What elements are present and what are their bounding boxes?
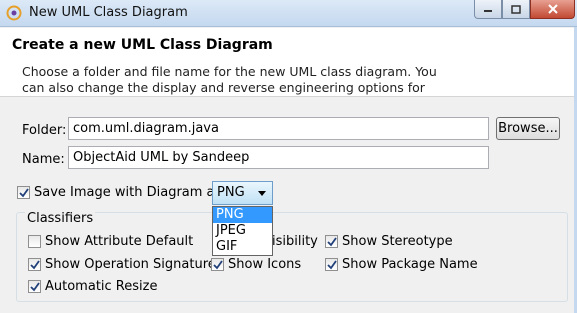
chevron-down-icon — [258, 191, 266, 196]
folder-label: Folder: — [22, 123, 67, 138]
image-format-select[interactable]: PNG — [212, 181, 273, 205]
show-operation-signature-checkbox[interactable]: Show Operation Signature — [28, 257, 216, 272]
show-stereotype-label: Show Stereotype — [342, 234, 453, 249]
automatic-resize-checkbox[interactable]: Automatic Resize — [28, 279, 157, 294]
show-package-name-label: Show Package Name — [342, 257, 478, 272]
show-operation-signature-label: Show Operation Signature — [45, 257, 216, 272]
show-stereotype-checkbox[interactable]: Show Stereotype — [325, 234, 453, 249]
minimize-icon — [484, 10, 492, 12]
name-field[interactable]: ObjectAid UML by Sandeep — [68, 146, 489, 169]
show-icons-checkbox[interactable]: Show Icons — [211, 257, 301, 272]
folder-field[interactable]: com.uml.diagram.java — [68, 117, 489, 140]
checkmark-icon — [29, 281, 40, 291]
checkmark-icon — [29, 259, 40, 269]
banner-title: Create a new UML Class Diagram — [12, 37, 273, 53]
format-option-png[interactable]: PNG — [213, 207, 272, 223]
checkmark-icon — [326, 259, 337, 269]
save-image-label: Save Image with Diagram as — [34, 185, 222, 200]
name-label: Name: — [22, 152, 65, 167]
banner-description: Choose a folder and file name for the ne… — [22, 64, 437, 95]
show-package-name-checkbox[interactable]: Show Package Name — [325, 257, 478, 272]
close-button[interactable] — [530, 0, 575, 19]
checkmark-icon — [212, 259, 223, 269]
app-icon — [6, 5, 22, 21]
show-visibility-label: isibility — [272, 234, 318, 249]
window-title: New UML Class Diagram — [29, 5, 188, 20]
image-format-dropdown[interactable]: PNG JPEG GIF — [212, 206, 273, 256]
checkmark-icon — [18, 187, 29, 197]
show-icons-label: Show Icons — [228, 257, 302, 272]
image-format-value: PNG — [217, 185, 245, 200]
format-option-jpeg[interactable]: JPEG — [213, 223, 272, 239]
close-icon — [547, 4, 558, 14]
checkmark-icon — [326, 236, 337, 246]
show-attribute-default-checkbox[interactable]: Show Attribute Default — [28, 234, 193, 249]
save-image-checkbox[interactable]: Save Image with Diagram as — [17, 185, 221, 200]
automatic-resize-label: Automatic Resize — [45, 279, 158, 294]
header-banner: Create a new UML Class Diagram Choose a … — [0, 28, 577, 97]
maximize-icon — [511, 4, 521, 14]
classifiers-group-title: Classifiers — [25, 211, 96, 226]
format-option-gif[interactable]: GIF — [213, 239, 272, 255]
title-bar: New UML Class Diagram — [0, 0, 577, 27]
maximize-button[interactable] — [502, 0, 530, 19]
browse-button[interactable]: Browse... — [496, 117, 560, 140]
minimize-button[interactable] — [474, 0, 502, 19]
show-attribute-default-label: Show Attribute Default — [45, 234, 194, 249]
